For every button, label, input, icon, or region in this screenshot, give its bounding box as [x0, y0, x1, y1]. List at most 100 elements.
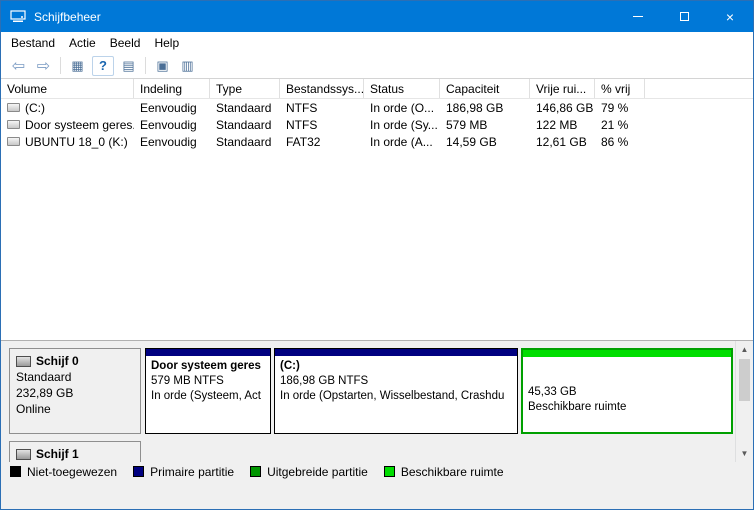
cell-status: In orde (A... — [370, 134, 433, 149]
partition-size: 579 MB NTFS — [151, 375, 224, 387]
cell-bestandssysteem: NTFS — [286, 117, 318, 132]
action-pane-icon[interactable]: ▣ — [150, 55, 175, 77]
partition-status: In orde (Systeem, Act — [151, 390, 261, 402]
disk0-type: Standaard — [16, 370, 72, 384]
column-header-filler — [645, 79, 753, 98]
column-header-capaciteit[interactable]: Capaciteit — [440, 79, 530, 98]
back-icon[interactable]: ⇦ — [6, 55, 31, 77]
cell-volume: (C:) — [1, 101, 134, 115]
unallocated-swatch — [10, 466, 21, 477]
free-space-size: 45,33 GB — [528, 386, 577, 398]
partition-title: Door systeem geres — [151, 360, 261, 372]
window-controls: × — [615, 1, 753, 32]
disk-management-window: Schijfbeheer × Bestand Actie Beeld Help … — [0, 0, 754, 510]
cell-capaciteit: 579 MB — [446, 117, 488, 132]
column-header-bestandssysteem[interactable]: Bestandssys... — [280, 79, 364, 98]
partition-system-reserved[interactable]: Door systeem geres 579 MB NTFS In orde (… — [145, 348, 271, 434]
disk-graph-pane: Schijf 0 Standaard 232,89 GB Online Door… — [1, 340, 753, 462]
disk1-row: Schijf 1 — [9, 441, 735, 462]
disk1-info-panel[interactable]: Schijf 1 — [9, 441, 141, 462]
cell-pct-vrij: 21 % — [601, 117, 629, 132]
maximize-button[interactable] — [661, 1, 707, 32]
column-header-vrije-ruimte[interactable]: Vrije rui... — [530, 79, 595, 98]
disk0-size: 232,89 GB — [16, 386, 74, 400]
menu-help[interactable]: Help — [147, 33, 186, 53]
cell-capaciteit: 186,98 GB — [446, 100, 504, 115]
maximize-icon — [679, 12, 689, 21]
disk-icon — [16, 355, 31, 367]
disk-graph-content: Schijf 0 Standaard 232,89 GB Online Door… — [1, 341, 735, 462]
menu-bestand[interactable]: Bestand — [4, 33, 62, 53]
table-row-volume-system-reserved[interactable]: Door systeem geres... Eenvoudig Standaar… — [1, 116, 753, 133]
cell-type: Standaard — [216, 134, 272, 149]
free-space-swatch — [383, 466, 395, 477]
list-view-icon[interactable]: ▤ — [116, 55, 141, 77]
toolbar-separator — [60, 57, 61, 74]
column-header-status[interactable]: Status — [364, 79, 440, 98]
primary-partition-swatch — [133, 466, 145, 477]
cell-vrije-ruimte: 12,61 GB — [536, 134, 587, 149]
cell-bestandssysteem: FAT32 — [286, 134, 321, 149]
scrollbar-thumb[interactable] — [739, 359, 750, 401]
menu-beeld[interactable]: Beeld — [103, 33, 148, 53]
toolbar-separator — [145, 57, 146, 74]
cell-capaciteit: 14,59 GB — [446, 134, 497, 149]
partition-title: (C:) — [280, 360, 300, 372]
legend-bar: Niet-toegewezen Primaire partitie Uitgeb… — [1, 462, 753, 481]
disk0-name: Schijf 0 — [36, 354, 79, 368]
cell-volume: Door systeem geres... — [1, 118, 134, 132]
free-space-strip — [523, 350, 731, 357]
cell-volume: UBUNTU 18_0 (K:) — [1, 135, 134, 149]
disk0-info-panel[interactable]: Schijf 0 Standaard 232,89 GB Online — [9, 348, 141, 434]
legend-extended-partition: Uitgebreide partitie — [250, 465, 368, 479]
cell-vrije-ruimte: 122 MB — [536, 117, 578, 132]
primary-partition-strip — [275, 349, 517, 356]
console-tree-icon[interactable]: ▦ — [65, 55, 90, 77]
titlebar[interactable]: Schijfbeheer × — [1, 1, 753, 32]
menu-actie[interactable]: Actie — [62, 33, 103, 53]
cell-type: Standaard — [216, 117, 272, 132]
column-header-type[interactable]: Type — [210, 79, 280, 98]
vertical-scrollbar[interactable]: ▲ ▼ — [735, 341, 753, 462]
column-header-indeling[interactable]: Indeling — [134, 79, 210, 98]
window-title: Schijfbeheer — [34, 9, 101, 24]
table-row-volume-ubuntu[interactable]: UBUNTU 18_0 (K:) Eenvoudig Standaard FAT… — [1, 133, 753, 150]
minimize-button[interactable] — [615, 1, 661, 32]
cell-type: Standaard — [216, 100, 272, 115]
legend-free-space: Beschikbare ruimte — [383, 465, 504, 479]
free-space-label: Beschikbare ruimte — [528, 401, 627, 413]
volume-icon — [7, 120, 20, 129]
cell-bestandssysteem: NTFS — [286, 100, 318, 115]
partition-status: In orde (Opstarten, Wisselbestand, Crash… — [280, 390, 505, 402]
scroll-up-icon[interactable]: ▲ — [736, 341, 753, 358]
legend-primary-partition: Primaire partitie — [133, 465, 234, 479]
scroll-down-icon[interactable]: ▼ — [736, 445, 753, 462]
cell-indeling: Eenvoudig — [140, 134, 197, 149]
toolbar: ⇦ ⇨ ▦ ? ▤ ▣ ▥ — [1, 53, 753, 79]
graphical-view-icon[interactable]: ▥ — [175, 55, 200, 77]
partition-size: 186,98 GB NTFS — [280, 375, 369, 387]
disk0-row: Schijf 0 Standaard 232,89 GB Online Door… — [9, 348, 735, 434]
cell-vrije-ruimte: 146,86 GB — [536, 100, 594, 115]
menubar: Bestand Actie Beeld Help — [1, 32, 753, 53]
partition-free-space[interactable]: 45,33 GB Beschikbare ruimte — [521, 348, 733, 434]
close-icon: × — [725, 8, 735, 25]
volume-list-header: Volume Indeling Type Bestandssys... Stat… — [1, 79, 753, 99]
close-button[interactable]: × — [707, 1, 753, 32]
volume-icon — [7, 103, 20, 112]
volume-icon — [7, 137, 20, 146]
cell-pct-vrij: 86 % — [601, 134, 629, 149]
bottom-filler — [1, 481, 753, 509]
column-header-pct-vrij[interactable]: % vrij — [595, 79, 645, 98]
partition-c[interactable]: (C:) 186,98 GB NTFS In orde (Opstarten, … — [274, 348, 518, 434]
table-row-volume-c[interactable]: (C:) Eenvoudig Standaard NTFS In orde (O… — [1, 99, 753, 116]
extended-partition-swatch — [250, 466, 262, 477]
disk-icon — [16, 448, 31, 460]
disk1-name: Schijf 1 — [36, 447, 79, 461]
column-header-volume[interactable]: Volume — [1, 79, 134, 98]
minimize-icon — [633, 16, 643, 17]
forward-icon[interactable]: ⇨ — [31, 55, 56, 77]
cell-pct-vrij: 79 % — [601, 100, 629, 115]
volume-list: Volume Indeling Type Bestandssys... Stat… — [1, 79, 753, 340]
help-icon[interactable]: ? — [92, 55, 114, 76]
